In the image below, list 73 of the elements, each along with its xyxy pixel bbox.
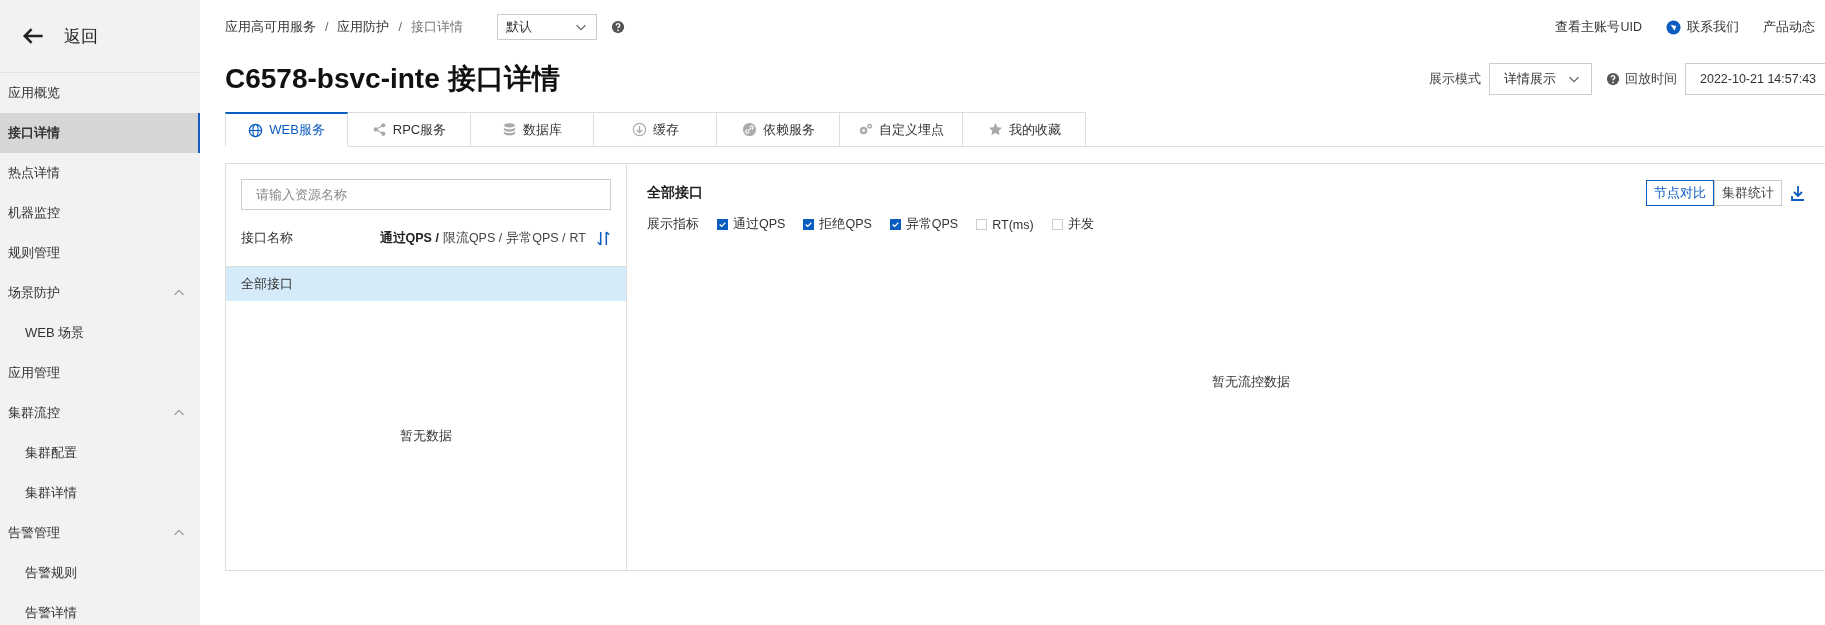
- checkbox[interactable]: [717, 219, 728, 230]
- sidebar-subitem[interactable]: 集群详情: [0, 473, 200, 513]
- sidebar-item[interactable]: 规则管理: [0, 233, 200, 273]
- tab[interactable]: RPC服务: [348, 112, 471, 147]
- display-mode-select[interactable]: 详情展示: [1489, 63, 1592, 95]
- sort-metric[interactable]: 异常QPS /: [506, 229, 566, 247]
- sort-metric[interactable]: RT: [569, 231, 586, 245]
- sidebar-item[interactable]: 告警管理: [0, 513, 200, 553]
- sidebar-item[interactable]: 接口详情: [0, 113, 200, 153]
- search-field[interactable]: 请输入资源名称: [241, 179, 611, 210]
- tab[interactable]: 数据库: [471, 112, 594, 147]
- breadcrumb-separator: /: [398, 20, 402, 34]
- display-mode-label: 展示模式: [1429, 70, 1481, 88]
- check-icon: [890, 220, 900, 229]
- globe-icon: [248, 122, 264, 138]
- back-arrow-icon: [22, 25, 44, 47]
- sidebar-subitem[interactable]: 告警详情: [0, 593, 200, 625]
- tab[interactable]: 依赖服务: [717, 112, 840, 147]
- view-toggle[interactable]: 集群统计: [1714, 180, 1782, 206]
- breadcrumb-link[interactable]: 应用高可用服务: [225, 18, 316, 36]
- checkbox-label: 异常QPS: [905, 216, 959, 233]
- help-icon: [610, 20, 625, 34]
- header-link[interactable]: 联系我们: [1687, 18, 1739, 36]
- tab[interactable]: WEB服务: [225, 112, 348, 147]
- sidebar-item[interactable]: 机器监控: [0, 193, 200, 233]
- link-icon: [741, 122, 757, 137]
- sidebar-subitem[interactable]: 告警规则: [0, 553, 200, 593]
- column-header: 接口名称: [241, 229, 293, 247]
- breadcrumb-link[interactable]: 应用防护: [337, 18, 390, 36]
- gears-icon: [858, 122, 873, 137]
- sidebar-subitem[interactable]: WEB 场景: [0, 313, 200, 353]
- sort-icon: [596, 230, 611, 246]
- sidebar-item[interactable]: 应用概览: [0, 73, 200, 113]
- tab[interactable]: 缓存: [594, 112, 717, 147]
- checkbox[interactable]: [889, 219, 901, 230]
- breadcrumb-current: 接口详情: [410, 18, 463, 36]
- sidebar-item[interactable]: 集群流控: [0, 393, 200, 433]
- database-icon: [502, 122, 517, 137]
- playback-time-field[interactable]: 2022-10-21 14:57:43: [1685, 63, 1825, 95]
- help-icon: [1606, 72, 1620, 86]
- header-link[interactable]: 查看主账号UID: [1555, 18, 1642, 36]
- breadcrumb-separator: /: [325, 20, 329, 34]
- metrics-label: 展示指标: [647, 216, 699, 233]
- contact-icon: [1666, 19, 1681, 35]
- playback-time-label: 回放时间: [1625, 70, 1677, 88]
- back-link[interactable]: 返回: [64, 24, 98, 48]
- sort-metric[interactable]: 通过QPS /: [379, 229, 439, 247]
- star-icon: [987, 122, 1003, 137]
- view-toggle[interactable]: 节点对比: [1646, 180, 1714, 206]
- page-title: C6578-bsvc-inte 接口详情: [225, 62, 560, 96]
- check-icon: [718, 220, 727, 229]
- panel-title: 全部接口: [647, 184, 703, 202]
- namespace-select[interactable]: 默认: [496, 14, 597, 40]
- header-link[interactable]: 产品动态: [1763, 18, 1815, 36]
- checkbox-label: 通过QPS: [733, 216, 786, 233]
- tab[interactable]: 自定义埋点: [840, 112, 963, 147]
- checkbox-label: 并发: [1067, 216, 1094, 233]
- check-icon: [804, 220, 814, 229]
- sidebar-item[interactable]: 应用管理: [0, 353, 200, 393]
- tab[interactable]: 我的收藏: [963, 112, 1086, 147]
- checkbox-label: 拒绝QPS: [819, 216, 872, 233]
- sidebar-subitem[interactable]: 集群配置: [0, 433, 200, 473]
- download-icon: [1790, 185, 1806, 201]
- share-nodes-icon: [371, 122, 387, 137]
- sidebar-item[interactable]: 场景防护: [0, 273, 200, 313]
- empty-text: 暂无数据: [400, 426, 452, 445]
- empty-text: 暂无流控数据: [1211, 372, 1290, 391]
- list-row[interactable]: 全部接口: [226, 267, 626, 301]
- sidebar-item[interactable]: 热点详情: [0, 153, 200, 193]
- sort-metric[interactable]: 限流QPS /: [442, 229, 503, 247]
- checkbox-label: RT(ms): [992, 217, 1034, 232]
- download-circle-icon: [631, 122, 647, 137]
- checkbox[interactable]: [803, 219, 815, 230]
